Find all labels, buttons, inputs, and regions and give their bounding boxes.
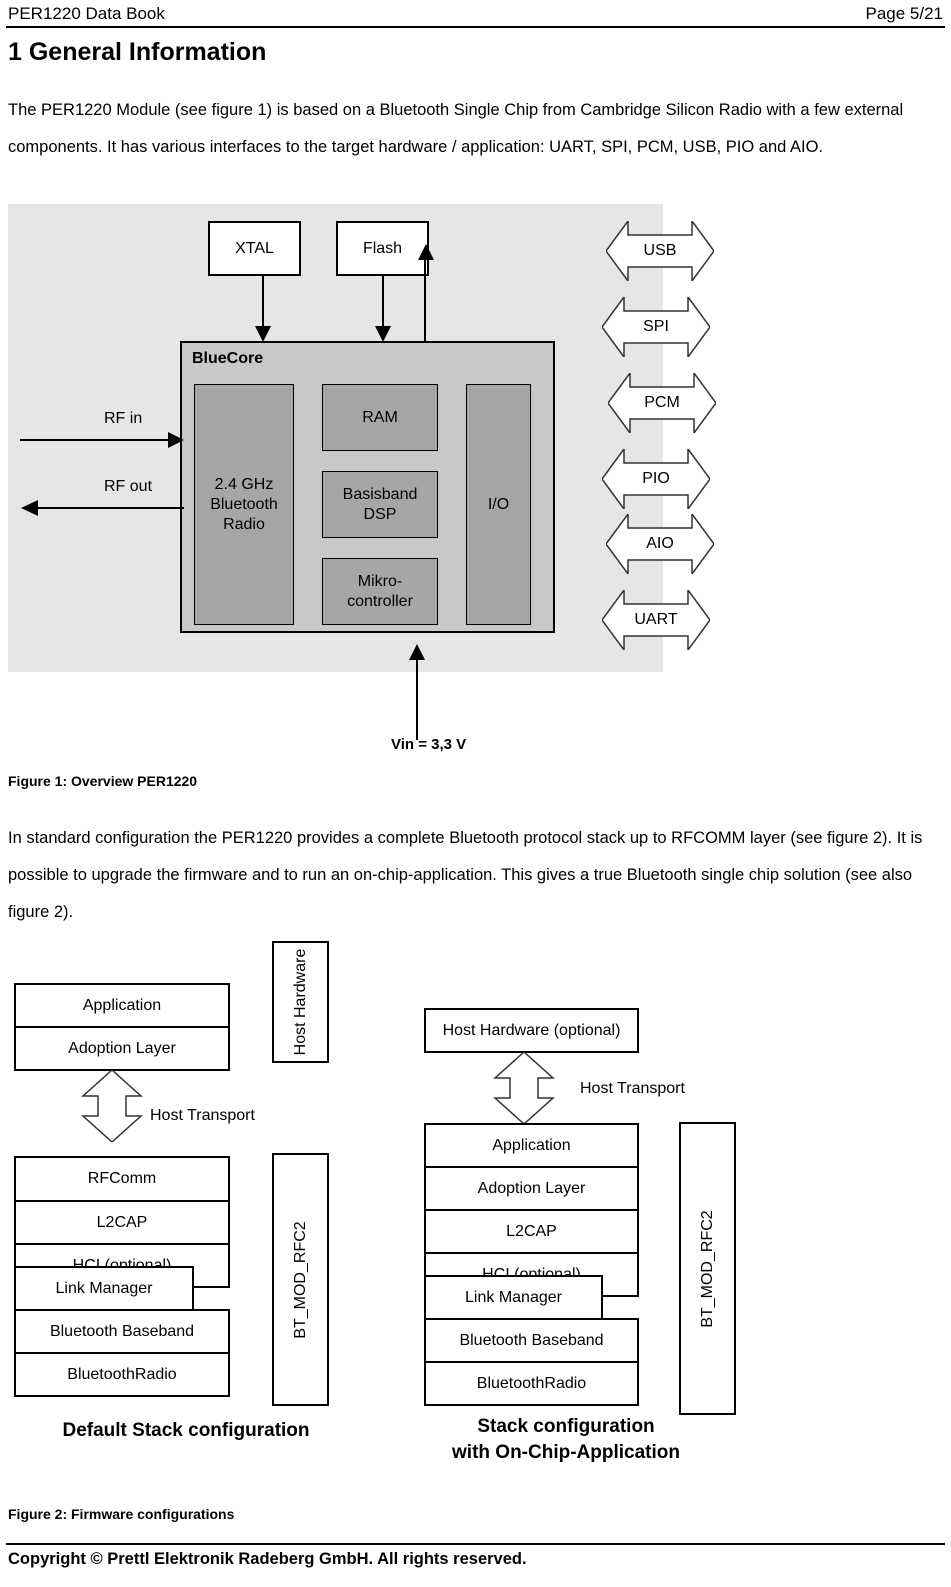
right-stack-baseband: Bluetooth Baseband [424, 1318, 639, 1363]
interface-aio: AIO [606, 514, 714, 574]
mikrocontroller-block: Mikro- controller [322, 558, 438, 625]
figure-2-firmware-configurations: Application Adoption Layer Host Hardware… [0, 930, 951, 1510]
footer-divider [6, 1543, 945, 1545]
right-stack-l2cap-label: L2CAP [506, 1222, 557, 1240]
right-stack-adoption-layer: Adoption Layer [424, 1166, 639, 1211]
flash-read-line [424, 260, 426, 343]
document-title: PER1220 Data Book [8, 4, 165, 23]
page-header: PER1220 Data Book Page 5/21 [8, 4, 943, 24]
ram-label: RAM [362, 408, 398, 426]
rf-out-line [38, 507, 184, 509]
right-stack-link-manager-label: Link Manager [465, 1288, 562, 1306]
interface-spi: SPI [602, 297, 710, 357]
page-number: Page 5/21 [865, 4, 943, 23]
basisband-dsp-block: Basisband DSP [322, 471, 438, 538]
left-stack-baseband: Bluetooth Baseband [14, 1309, 230, 1354]
left-stack-link-manager: Link Manager [14, 1266, 194, 1311]
radio-line-2: Bluetooth [210, 495, 278, 513]
right-host-hardware-optional: Host Hardware (optional) [424, 1008, 639, 1053]
left-stack-baseband-label: Bluetooth Baseband [49, 1322, 195, 1340]
right-stack-title: Stack configuration with On-Chip-Applica… [416, 1414, 716, 1466]
left-host-transport-label: Host Transport [150, 1107, 255, 1124]
right-stack-application-label: Application [492, 1136, 571, 1154]
ram-block: RAM [322, 384, 438, 451]
figure-2-caption: Figure 2: Firmware configurations [8, 1506, 235, 1522]
radio-line-1: 2.4 GHz [214, 475, 274, 493]
left-host-application-label: Application [82, 996, 162, 1014]
right-stack-l2cap: L2CAP [424, 1209, 639, 1254]
left-stack-l2cap: L2CAP [14, 1200, 230, 1245]
xtal-label: XTAL [235, 239, 274, 257]
right-stack-adoption-layer-label: Adoption Layer [477, 1179, 586, 1197]
figure-1-caption: Figure 1: Overview PER1220 [8, 773, 198, 789]
left-stack-rfcomm-label: RFComm [87, 1170, 157, 1187]
right-stack-application: Application [424, 1123, 639, 1168]
bluecore-title: BlueCore [192, 350, 264, 367]
right-stack-title-line-1: Stack configuration [477, 1416, 655, 1437]
rf-in-label: RF in [104, 410, 143, 427]
right-module-label: BT_MOD_RFC2 [698, 1209, 716, 1328]
flash-box: Flash [336, 221, 429, 276]
io-block: I/O [466, 384, 531, 625]
vin-line [416, 660, 418, 740]
vin-label: Vin = 3,3 V [391, 736, 467, 753]
left-host-transport-arrow [75, 1070, 149, 1142]
radio-block: 2.4 GHz Bluetooth Radio [194, 384, 294, 625]
header-divider [6, 26, 945, 28]
mcu-line-2: controller [347, 592, 413, 610]
left-host-hardware-box: Host Hardware [272, 941, 329, 1063]
flash-write-line [382, 276, 384, 330]
vin-arrowhead-icon [409, 644, 425, 660]
rf-in-line [20, 439, 172, 441]
figure-1-overview: XTAL Flash BlueCore 2.4 GHz Bluetooth Ra… [0, 196, 951, 766]
mcu-line-1: Mikro- [357, 572, 403, 590]
left-stack-title: Default Stack configuration [62, 1420, 310, 1441]
right-module-box: BT_MOD_RFC2 [679, 1122, 736, 1415]
right-host-transport-arrow [487, 1052, 561, 1124]
xtal-connector-line [262, 276, 264, 330]
left-stack-rfcomm: RFComm [14, 1156, 230, 1202]
flash-read-arrowhead-icon [418, 244, 434, 260]
right-stack-link-manager: Link Manager [424, 1275, 603, 1320]
rf-out-arrowhead-icon [21, 500, 38, 516]
right-host-hardware-label: Host Hardware (optional) [442, 1021, 621, 1039]
page-title: 1 General Information [8, 38, 267, 66]
interface-usb: USB [606, 221, 714, 281]
stack-paragraph: In standard configuration the PER1220 pr… [8, 829, 923, 921]
flash-label: Flash [362, 239, 403, 257]
left-stack-radio: BluetoothRadio [14, 1352, 230, 1397]
dsp-line-2: DSP [363, 505, 397, 523]
right-stack-baseband-label: Bluetooth Baseband [459, 1331, 604, 1349]
io-label: I/O [487, 495, 510, 513]
copyright-notice: Copyright © Prettl Elektronik Radeberg G… [8, 1550, 527, 1568]
left-stack-radio-label: BluetoothRadio [67, 1365, 177, 1383]
left-host-adoption-layer: Adoption Layer [14, 1026, 230, 1071]
right-stack-radio: BluetoothRadio [424, 1361, 639, 1406]
left-module-box: BT_MOD_RFC2 [272, 1153, 329, 1406]
left-module-label: BT_MOD_RFC2 [291, 1220, 309, 1339]
rf-out-label: RF out [104, 478, 153, 495]
right-stack-title-line-2: with On-Chip-Application [452, 1442, 680, 1463]
left-host-adoption-layer-label: Adoption Layer [68, 1039, 176, 1057]
rf-in-arrowhead-icon [168, 432, 184, 448]
xtal-box: XTAL [208, 221, 301, 276]
left-stack-link-manager-label: Link Manager [55, 1279, 153, 1297]
right-host-transport-label: Host Transport [580, 1080, 685, 1097]
intro-paragraph: The PER1220 Module (see figure 1) is bas… [8, 101, 904, 156]
radio-line-3: Radio [223, 515, 265, 533]
interface-pcm: PCM [608, 373, 716, 433]
left-host-hardware-label: Host Hardware [291, 948, 309, 1056]
left-stack-l2cap-label: L2CAP [96, 1213, 148, 1231]
left-host-application: Application [14, 983, 230, 1028]
dsp-line-1: Basisband [342, 485, 418, 503]
interface-pio: PIO [602, 449, 710, 509]
right-stack-radio-label: BluetoothRadio [476, 1374, 587, 1392]
interface-uart: UART [602, 590, 710, 650]
